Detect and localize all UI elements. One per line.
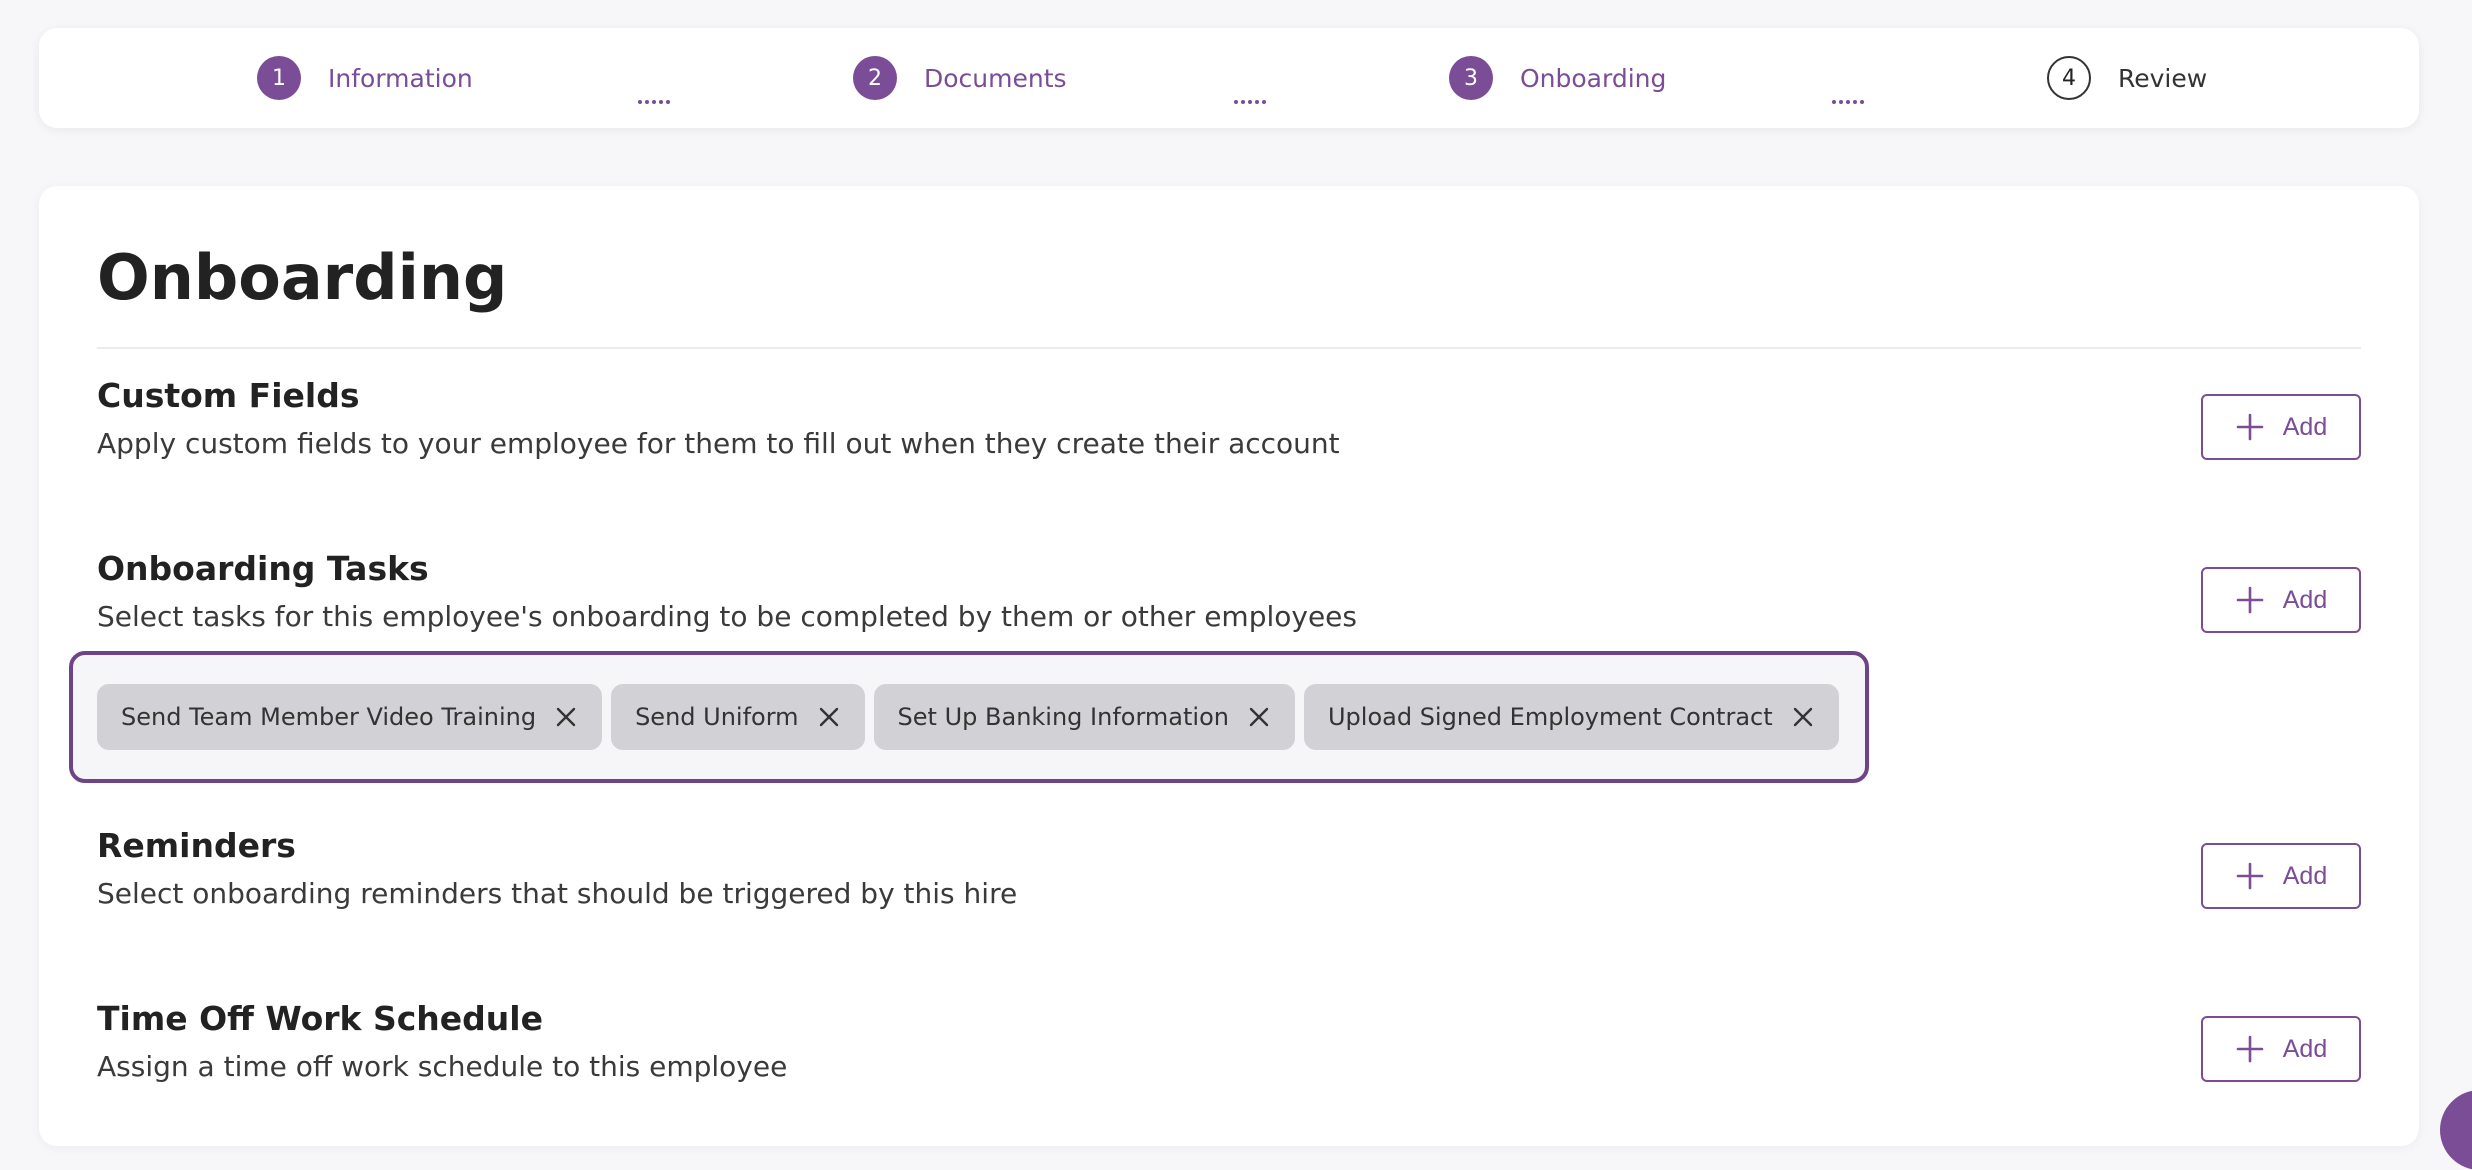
section-title-custom-fields: Custom Fields [97,376,360,415]
section-description-custom-fields: Apply custom fields to your employee for… [97,427,1340,460]
step-information[interactable]: 1 Information [257,56,473,100]
close-icon[interactable] [1247,705,1271,729]
add-time-off-schedule-button[interactable]: Add [2201,1016,2361,1082]
step-label: Review [2118,63,2208,93]
divider [97,347,2361,349]
section-description-reminders: Select onboarding reminders that should … [97,877,1018,910]
section-description-onboarding-tasks: Select tasks for this employee's onboard… [97,600,1357,633]
dotted-line-icon [1234,100,1266,104]
step-onboarding[interactable]: 3 Onboarding [1449,56,1666,100]
dotted-line-icon [1832,100,1864,104]
plus-icon [2236,413,2264,441]
step-label: Onboarding [1520,63,1667,93]
section-title-onboarding-tasks: Onboarding Tasks [97,549,429,588]
onboarding-card: Onboarding Custom Fields Apply custom fi… [39,186,2419,1146]
plus-icon [2236,1035,2264,1063]
section-description-time-off-schedule: Assign a time off work schedule to this … [97,1050,788,1083]
step-number: 3 [1449,56,1493,100]
add-reminder-button[interactable]: Add [2201,843,2361,909]
onboarding-tasks-tag-input[interactable]: Send Team Member Video Training Send Uni… [69,651,1869,783]
add-button-label: Add [2282,861,2328,890]
task-tag: Upload Signed Employment Contract [1303,684,1839,750]
close-icon[interactable] [817,705,841,729]
progress-stepper: 1 Information 2 Documents 3 Onboarding 4… [39,28,2419,128]
close-icon[interactable] [1791,705,1815,729]
add-button-label: Add [2282,1034,2328,1063]
task-tag: Set Up Banking Information [873,684,1295,750]
close-icon[interactable] [554,705,578,729]
add-button-label: Add [2282,585,2328,614]
tag-label: Upload Signed Employment Contract [1327,703,1773,731]
tag-label: Send Uniform [635,703,799,731]
add-custom-field-button[interactable]: Add [2201,394,2361,460]
task-tag: Send Team Member Video Training [97,684,603,750]
tag-label: Send Team Member Video Training [121,703,537,731]
step-number: 4 [2047,56,2091,100]
dotted-line-icon [638,100,670,104]
tag-label: Set Up Banking Information [897,703,1229,731]
task-tag: Send Uniform [611,684,865,750]
add-button-label: Add [2282,412,2328,441]
section-title-reminders: Reminders [97,826,296,865]
step-number: 2 [853,56,897,100]
page-title: Onboarding [97,241,508,314]
step-documents[interactable]: 2 Documents [853,56,1067,100]
plus-icon [2236,862,2264,890]
step-number: 1 [257,56,301,100]
section-title-time-off-schedule: Time Off Work Schedule [97,999,543,1038]
step-label: Information [328,63,473,93]
plus-icon [2236,586,2264,614]
chat-launcher-button[interactable] [2440,1090,2472,1170]
add-onboarding-task-button[interactable]: Add [2201,567,2361,633]
step-review[interactable]: 4 Review [2047,56,2207,100]
step-label: Documents [924,63,1067,93]
